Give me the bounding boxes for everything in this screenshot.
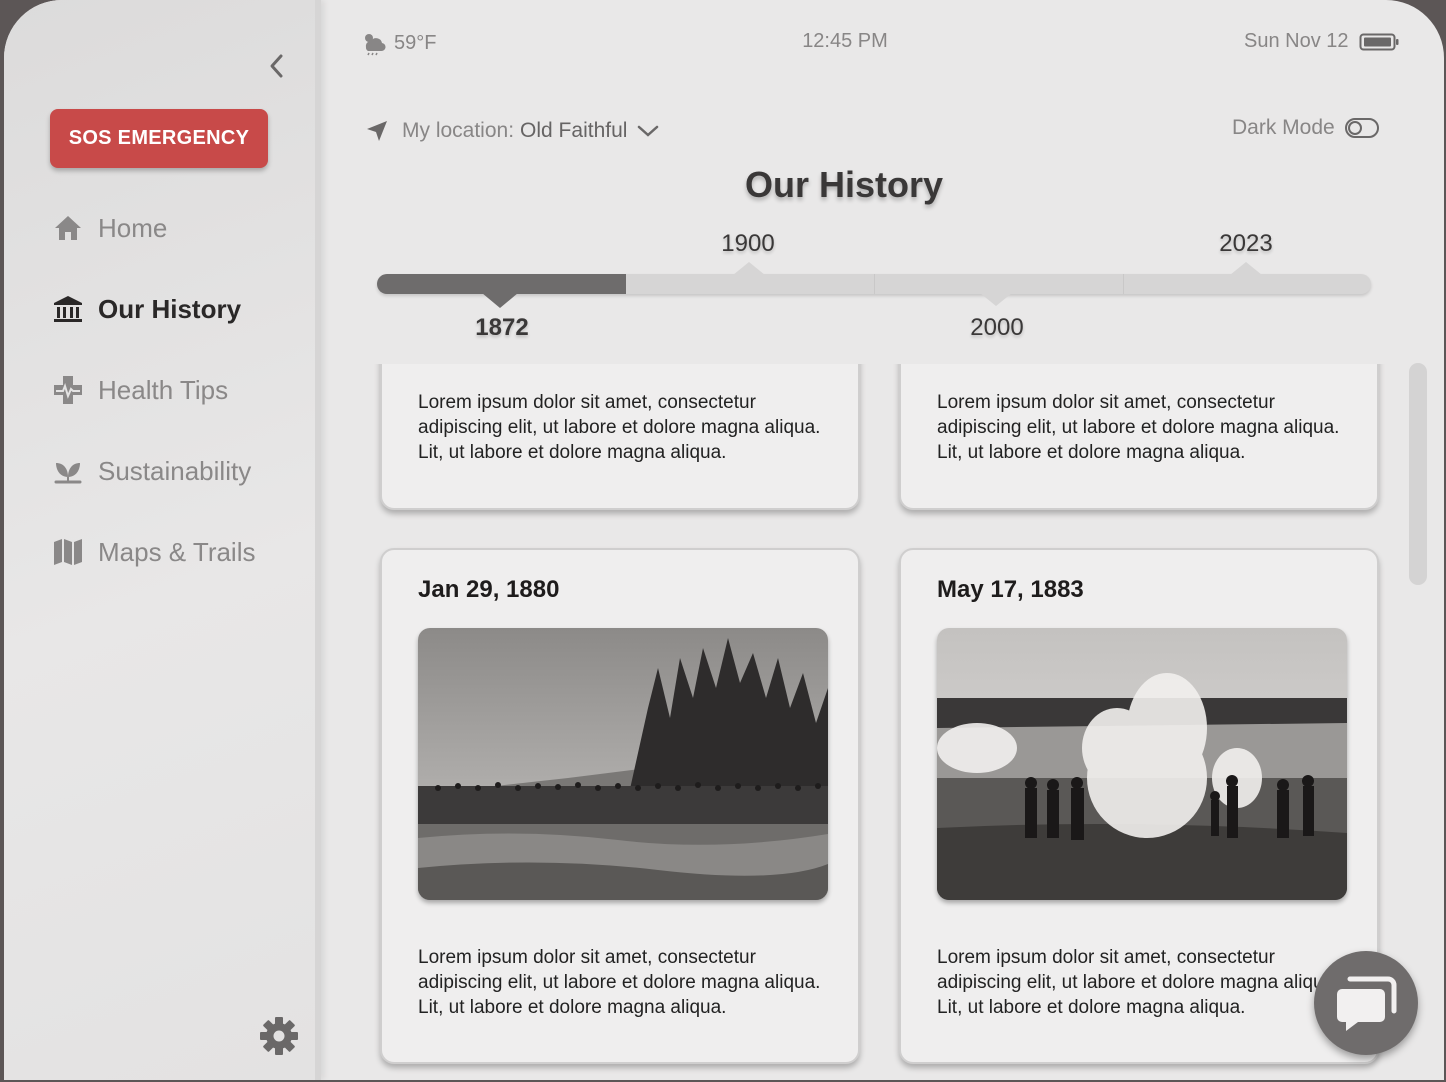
card-description: Lorem ipsum dolor sit amet, consectetur … <box>937 392 1340 463</box>
card-description: Lorem ipsum dolor sit amet, consectetur … <box>418 947 821 1018</box>
collapse-sidebar-button[interactable] <box>266 52 288 80</box>
health-icon <box>54 376 82 404</box>
timeline-divider <box>1123 274 1124 294</box>
timeline-label-1900[interactable]: 1900 <box>698 230 798 258</box>
sidebar-item-health-tips[interactable]: Health Tips <box>52 370 228 410</box>
chevron-down-icon <box>638 125 659 137</box>
timeline-label-2000[interactable]: 2000 <box>947 314 1047 342</box>
sidebar-item-home[interactable]: Home <box>52 208 167 248</box>
temperature-text: 59°F <box>394 31 437 54</box>
sos-emergency-button[interactable]: SOS EMERGENCY <box>50 109 268 168</box>
date-battery-status: Sun Nov 12 <box>1244 30 1399 53</box>
location-selector[interactable]: My location: Old Faithful <box>366 116 659 146</box>
history-card[interactable]: May 17, 1883 Lorem ipsum dolor sit amet,… <box>899 548 1379 1064</box>
clock-time: 12:45 PM <box>802 30 888 52</box>
card-date: Jan 29, 1880 <box>418 576 560 603</box>
partly-cloudy-rain-icon <box>365 34 386 56</box>
battery-icon <box>1359 33 1399 50</box>
scrollbar-thumb[interactable] <box>1409 363 1427 585</box>
date-text: Sun Nov 12 <box>1244 30 1349 52</box>
tablet-screen: SOS EMERGENCY Home Our History Health Ti… <box>4 0 1444 1080</box>
timeline-marker-selected <box>482 293 518 308</box>
sidebar-item-label: Sustainability <box>98 455 252 486</box>
leaf-icon <box>54 463 82 484</box>
history-card[interactable]: Lorem ipsum dolor sit amet, consectetur … <box>899 364 1379 510</box>
sidebar: SOS EMERGENCY Home Our History Health Ti… <box>4 0 321 1080</box>
dark-mode-label: Dark Mode <box>1232 116 1335 139</box>
timeline-label-1872[interactable]: 1872 <box>452 314 552 342</box>
page-title: Our History <box>744 164 944 205</box>
sidebar-item-label: Maps & Trails <box>98 536 256 567</box>
weather-status: 59°F <box>360 30 436 56</box>
historic-photo-crowd <box>418 628 828 900</box>
location-arrow-icon <box>367 121 387 141</box>
settings-gear-icon[interactable] <box>258 1015 300 1057</box>
historic-photo-geyser <box>937 628 1347 900</box>
history-card[interactable]: Jan 29, 1880 Lorem ipsum dolor sit amet,… <box>380 548 860 1064</box>
location-prefix: My location: <box>402 119 515 142</box>
card-date: May 17, 1883 <box>937 576 1084 603</box>
sidebar-item-label: Our History <box>98 293 242 324</box>
history-card[interactable]: Lorem ipsum dolor sit amet, consectetur … <box>380 364 860 510</box>
sidebar-item-label: Home <box>98 212 168 243</box>
museum-icon <box>54 296 82 322</box>
card-photo-geyser <box>937 628 1347 900</box>
map-icon <box>54 539 82 565</box>
card-description: Lorem ipsum dolor sit amet, consectetur … <box>937 947 1340 1018</box>
timeline-divider <box>874 274 875 294</box>
history-card-list[interactable]: Lorem ipsum dolor sit amet, consectetur … <box>364 364 1404 1080</box>
timeline-marker-down <box>980 293 1012 306</box>
timeline-slider[interactable] <box>377 274 1371 294</box>
location-value: Old Faithful <box>520 119 628 142</box>
home-icon <box>55 216 81 240</box>
sidebar-item-maps-trails[interactable]: Maps & Trails <box>52 532 256 572</box>
sidebar-item-label: Health Tips <box>98 374 229 405</box>
timeline-progress-fill <box>377 274 626 294</box>
chat-button[interactable] <box>1314 951 1418 1055</box>
card-description: Lorem ipsum dolor sit amet, consectetur … <box>418 392 821 463</box>
dark-mode-toggle[interactable] <box>1344 118 1379 138</box>
chat-bubble-icon <box>1337 976 1397 1031</box>
sidebar-item-sustainability[interactable]: Sustainability <box>52 451 251 491</box>
dark-mode-control: Dark Mode <box>1232 116 1379 140</box>
card-photo-crowd <box>418 628 828 900</box>
timeline-marker-up <box>733 262 765 275</box>
timeline-label-2023[interactable]: 2023 <box>1196 230 1296 258</box>
chevron-left-icon <box>270 54 283 78</box>
sidebar-item-our-history[interactable]: Our History <box>52 289 241 329</box>
timeline-marker-up <box>1230 262 1262 275</box>
